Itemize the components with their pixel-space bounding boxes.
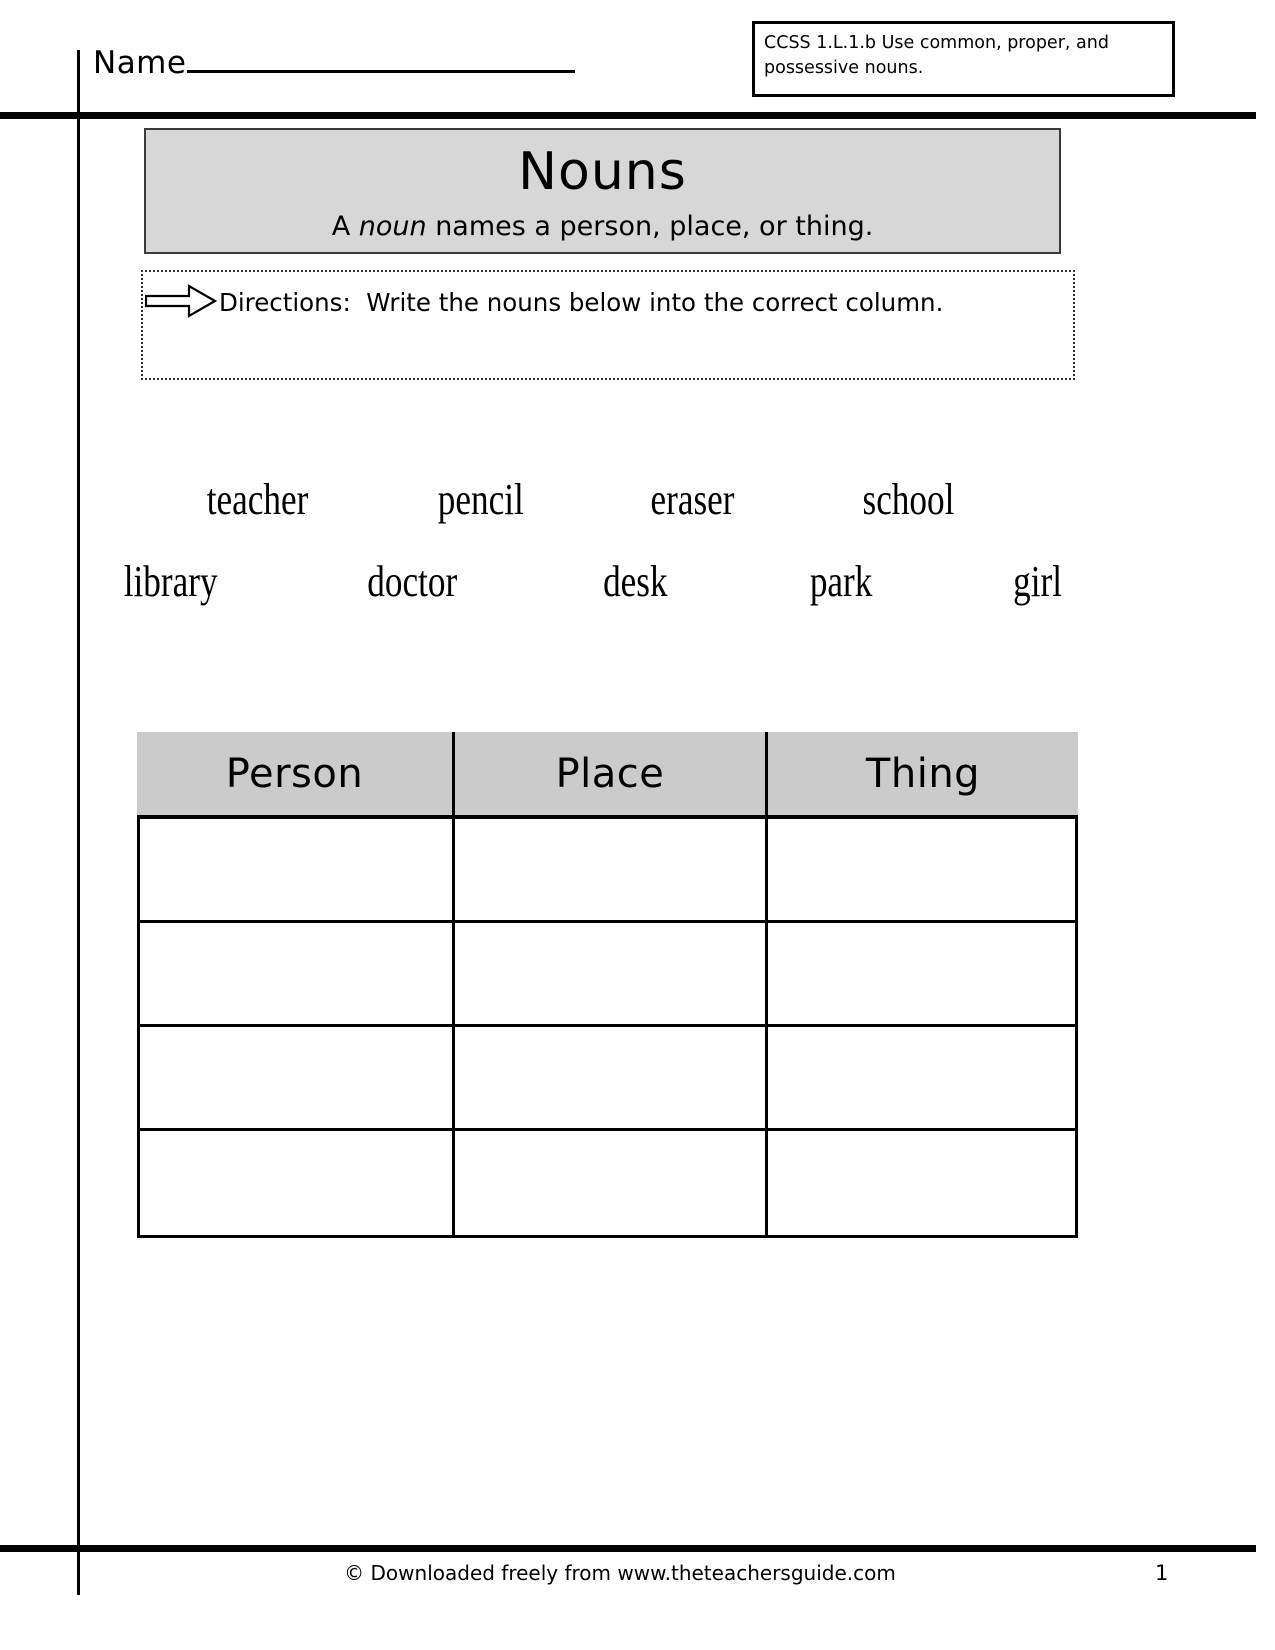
footer-divider-rule xyxy=(0,1545,1256,1552)
worksheet-title-banner: Nouns A noun names a person, place, or t… xyxy=(144,128,1061,254)
noun-sorting-table: Person Place Thing xyxy=(137,732,1078,1238)
table-row xyxy=(140,819,1075,923)
table-cell-answer[interactable] xyxy=(768,1131,1075,1235)
header-divider-rule xyxy=(0,112,1256,119)
page-subtitle: A noun names a person, place, or thing. xyxy=(146,213,1059,240)
left-margin-rule xyxy=(77,50,80,1595)
subtitle-emphasis-word: noun xyxy=(358,211,427,242)
table-cell-answer[interactable] xyxy=(140,923,455,1024)
table-header-label: Place xyxy=(555,750,665,797)
ccss-line-1: CCSS 1.L.1.b Use common, proper, and xyxy=(764,33,1109,53)
page-number: 1 xyxy=(1155,1561,1169,1585)
word-bank-item[interactable]: park xyxy=(810,560,873,604)
table-row xyxy=(140,1027,1075,1131)
subtitle-part-before: A xyxy=(331,211,359,242)
table-header-label: Thing xyxy=(865,750,981,797)
table-header-cell-place: Place xyxy=(455,732,768,815)
table-row xyxy=(140,923,1075,1027)
directions-row: Directions: Write the nouns below into t… xyxy=(144,284,944,322)
word-bank-row-2: library doctor desk park girl xyxy=(110,560,1070,604)
table-cell-answer[interactable] xyxy=(140,1027,455,1128)
word-bank-item[interactable]: doctor xyxy=(367,560,457,604)
footer-credit-text: © Downloaded freely from www.theteachers… xyxy=(344,1561,896,1585)
name-field-group: Name xyxy=(93,42,576,81)
word-bank-item[interactable]: eraser xyxy=(651,478,735,522)
word-bank-item[interactable]: desk xyxy=(603,560,668,604)
table-cell-answer[interactable] xyxy=(455,819,768,920)
name-label: Name xyxy=(93,45,187,81)
table-cell-answer[interactable] xyxy=(768,1027,1075,1128)
word-bank-item[interactable]: school xyxy=(863,478,955,522)
word-bank: teacher pencil eraser school library doc… xyxy=(110,478,1070,604)
table-header-label: Person xyxy=(225,750,364,797)
table-header-cell-person: Person xyxy=(137,732,455,815)
directions-text: Directions: Write the nouns below into t… xyxy=(219,287,944,317)
directions-box: Directions: Write the nouns below into t… xyxy=(141,270,1075,380)
word-bank-item[interactable]: teacher xyxy=(207,478,309,522)
ccss-standard-box: CCSS 1.L.1.b Use common, proper, and pos… xyxy=(752,21,1175,97)
word-bank-item[interactable]: library xyxy=(124,560,218,604)
subtitle-part-after: names a person, place, or thing. xyxy=(426,211,874,242)
word-bank-item[interactable]: pencil xyxy=(438,478,524,522)
word-bank-item[interactable]: girl xyxy=(1013,560,1062,604)
table-body xyxy=(137,815,1078,1238)
table-cell-answer[interactable] xyxy=(140,819,455,920)
right-arrow-icon xyxy=(144,284,218,322)
ccss-line-2: possessive nouns. xyxy=(764,57,924,78)
table-header-row: Person Place Thing xyxy=(137,732,1078,815)
table-cell-answer[interactable] xyxy=(455,1027,768,1128)
table-cell-answer[interactable] xyxy=(140,1131,455,1235)
table-cell-answer[interactable] xyxy=(768,819,1075,920)
table-row xyxy=(140,1131,1075,1235)
name-input-blank[interactable] xyxy=(187,42,576,73)
table-cell-answer[interactable] xyxy=(768,923,1075,1024)
word-bank-row-1: teacher pencil eraser school xyxy=(110,478,1070,522)
page-title: Nouns xyxy=(518,142,687,202)
table-cell-answer[interactable] xyxy=(455,1131,768,1235)
table-header-cell-thing: Thing xyxy=(768,732,1078,815)
table-cell-answer[interactable] xyxy=(455,923,768,1024)
